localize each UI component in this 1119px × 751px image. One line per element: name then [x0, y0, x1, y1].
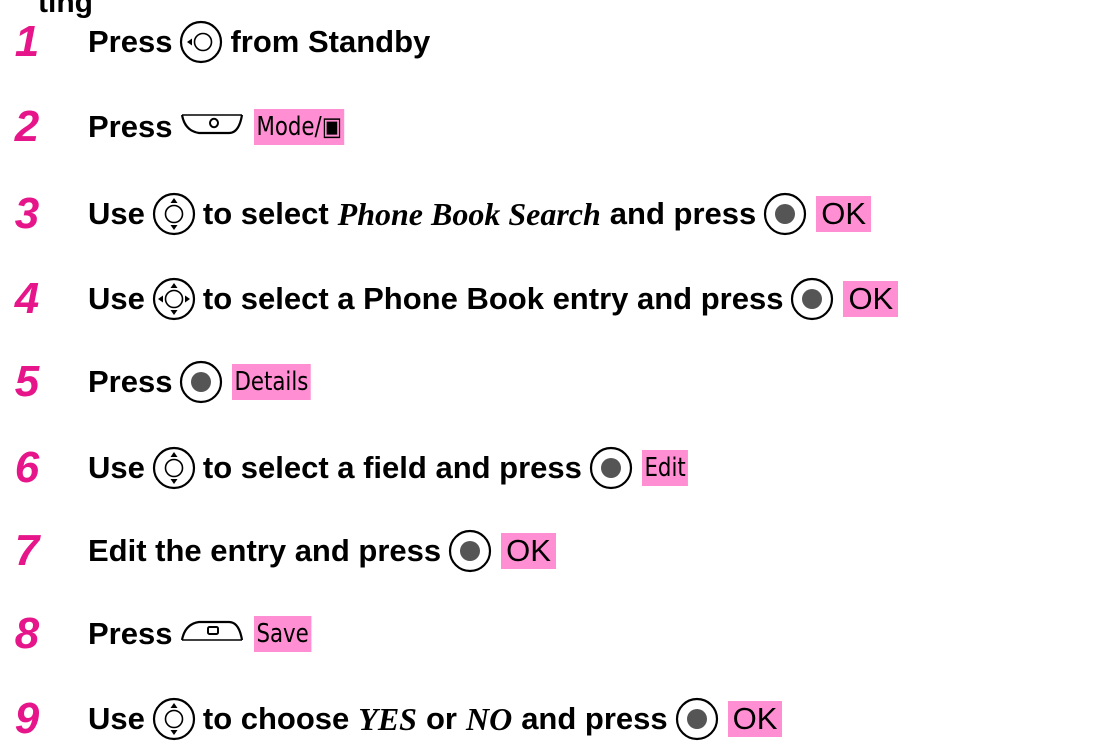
step-instruction: Press Save — [88, 604, 312, 664]
menu-option-text: Phone Book Search — [337, 195, 601, 232]
instruction-text: Press — [88, 109, 173, 144]
step-instruction: Use to select Phone Book Search and press OK — [88, 184, 872, 244]
nav-updown-key-icon — [152, 446, 196, 490]
step-number: 5 — [14, 357, 40, 406]
instruction-text: Use — [88, 701, 145, 736]
instruction-text: Press — [88, 616, 173, 651]
instruction-text: from Standby — [230, 24, 431, 59]
nav-4way-key-icon — [152, 277, 196, 321]
menu-option-text: YES — [358, 700, 417, 737]
softkey-label: Mode/▣ — [254, 109, 345, 145]
step-instruction: Edit the entry and press OK — [88, 521, 556, 581]
center-select-key-icon — [589, 446, 633, 490]
instruction-text: Use — [88, 450, 145, 485]
nav-left-key-icon — [179, 20, 223, 64]
step-number: 7 — [14, 526, 40, 575]
softkey-label: OK — [816, 196, 872, 232]
step-number: 9 — [14, 694, 40, 743]
instruction-text: or — [425, 701, 457, 736]
step-8: 8 Press Save — [0, 604, 1119, 664]
softkey-label: OK — [501, 533, 556, 569]
center-select-key-icon — [790, 277, 834, 321]
step-3: 3 Use to select Phone Book Search and press O… — [0, 184, 1119, 244]
instruction-text: to select — [202, 196, 329, 231]
step-instruction: Press Details — [88, 352, 315, 412]
instruction-text: to choose — [202, 701, 350, 736]
instruction-text: to select a field and press — [202, 450, 582, 485]
step-number: 4 — [14, 274, 40, 323]
softkey-label: OK — [727, 701, 783, 737]
softkey-label: Save — [254, 616, 312, 652]
step-number: 2 — [14, 102, 40, 151]
softkey-label: Edit — [641, 450, 689, 486]
step-number: 3 — [14, 189, 40, 238]
instruction-text: Edit the entry and press — [88, 533, 442, 568]
step-instruction: Press Mode/▣ — [88, 97, 351, 157]
menu-option-text: NO — [465, 700, 513, 737]
step-instruction: Use to select a field and press Edit — [88, 438, 689, 498]
center-select-key-icon — [763, 192, 807, 236]
center-select-key-icon — [448, 529, 492, 573]
right-soft-key-icon — [179, 618, 245, 650]
instruction-text: Use — [88, 196, 145, 231]
step-number: 8 — [14, 609, 40, 658]
step-instruction: Press from Standby — [88, 12, 430, 72]
nav-updown-key-icon — [152, 192, 196, 236]
left-soft-key-icon — [179, 111, 245, 143]
step-7: 7 Edit the entry and press OK — [0, 521, 1119, 581]
step-instruction: Use to select a Phone Book entry and pres… — [88, 269, 899, 329]
instruction-text: Use — [88, 281, 145, 316]
step-6: 6 Use to select a field and press Edit — [0, 438, 1119, 498]
step-1: 1 Press from Standby — [0, 12, 1119, 72]
instruction-text: and press — [609, 196, 757, 231]
step-2: 2 Press Mode/▣ — [0, 97, 1119, 157]
step-number: 6 — [14, 443, 40, 492]
instruction-text: and press — [521, 701, 668, 736]
softkey-label: Details — [232, 364, 312, 400]
center-select-key-icon — [675, 697, 719, 741]
step-number: 1 — [14, 17, 40, 66]
step-4: 4 Use to select a Phone Book entry and pre… — [0, 269, 1119, 329]
step-5: 5 Press Details — [0, 352, 1119, 412]
softkey-label: OK — [843, 281, 899, 317]
instruction-text: Press — [88, 24, 173, 59]
instruction-text: to select a Phone Book entry and press — [202, 281, 784, 316]
center-select-key-icon — [179, 360, 223, 404]
step-9: 9 Use to choose YES or NO and press OK — [0, 689, 1119, 749]
instruction-text: Press — [88, 364, 173, 399]
step-instruction: Use to choose YES or NO and press OK — [88, 689, 783, 749]
nav-updown-key-icon — [152, 697, 196, 741]
